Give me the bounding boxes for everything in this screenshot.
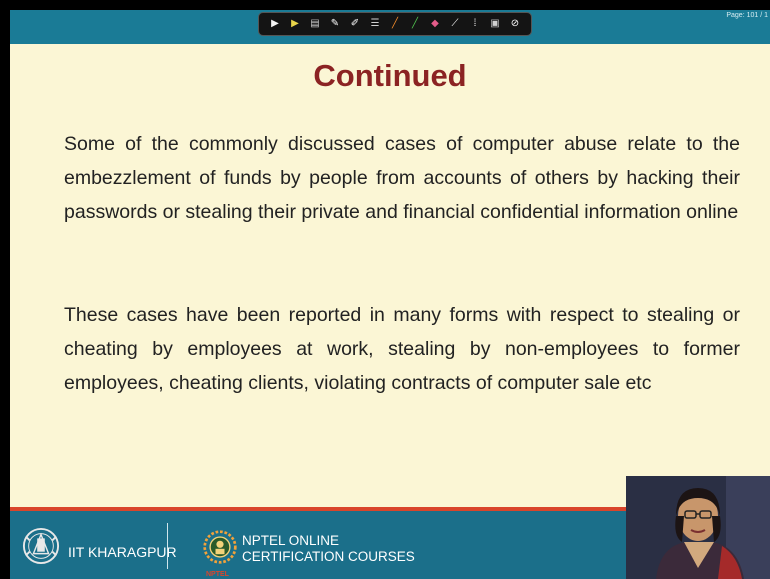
arrow-icon[interactable]: ▶: [289, 18, 301, 30]
stop-icon[interactable]: ⊘: [509, 18, 521, 30]
nptel-small-label: NPTEL: [206, 571, 229, 578]
dots-icon[interactable]: ⁞: [469, 18, 481, 30]
screen-icon[interactable]: ▣: [489, 18, 501, 30]
slide-top-bar: ▶ ▶ ▤ ✎ ✐ ☰ ╱ ╱ ◆ ⟋ ⁞ ▣ ⊘ Page: 101 / 1: [10, 10, 770, 44]
slide: ▶ ▶ ▤ ✎ ✐ ☰ ╱ ╱ ◆ ⟋ ⁞ ▣ ⊘ Page: 101 / 1 Continued So…: [10, 10, 770, 579]
annotation-toolbar: ▶ ▶ ▤ ✎ ✐ ☰ ╱ ╱ ◆ ⟋ ⁞ ▣ ⊘: [258, 12, 532, 36]
line-icon[interactable]: ⟋: [449, 18, 461, 30]
slide-paragraph-1: Some of the commonly discussed cases of …: [64, 133, 740, 223]
nptel-line-2: CERTIFICATION COURSES: [242, 549, 415, 564]
pencil-icon[interactable]: ✐: [349, 18, 361, 30]
marker-icon[interactable]: ╱: [409, 18, 421, 30]
pen-icon[interactable]: ✎: [329, 18, 341, 30]
presenter-video: [626, 476, 770, 579]
footer-divider: [167, 523, 168, 569]
iit-kharagpur-label: IIT KHARAGPUR: [68, 544, 177, 560]
pointer-icon[interactable]: ▶: [269, 18, 281, 30]
slide-paragraph-2: These cases have been reported in many f…: [64, 304, 740, 394]
text-icon[interactable]: ☰: [369, 18, 381, 30]
page-indicator: Page: 101 / 1: [726, 12, 768, 19]
nptel-logo: [203, 530, 237, 564]
presenter-figure: [626, 476, 770, 579]
highlighter-icon[interactable]: ╱: [389, 18, 401, 30]
nptel-course-label: NPTEL ONLINE CERTIFICATION COURSES: [242, 533, 415, 565]
iit-kharagpur-logo: [22, 527, 60, 565]
eraser-icon[interactable]: ◆: [429, 18, 441, 30]
file-icon[interactable]: ▤: [309, 18, 321, 30]
slide-title: Continued: [313, 58, 467, 93]
nptel-line-1: NPTEL ONLINE: [242, 533, 340, 548]
